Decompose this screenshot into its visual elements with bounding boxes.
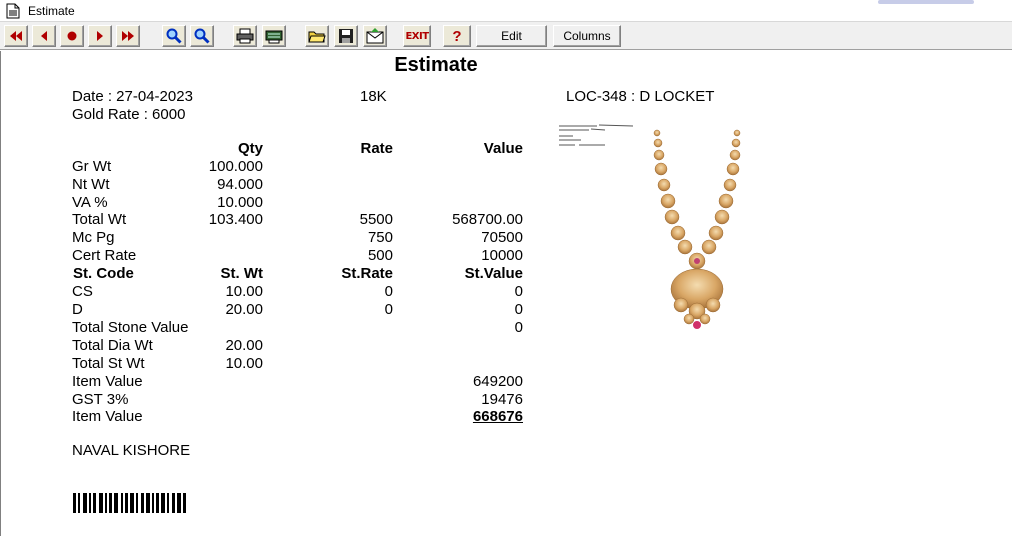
previous-record-button[interactable] bbox=[32, 25, 56, 47]
row-value: 10000 bbox=[481, 247, 523, 264]
title-accent bbox=[878, 0, 974, 4]
columns-button[interactable]: Columns bbox=[553, 25, 621, 47]
fine-print-image bbox=[559, 124, 634, 146]
final-item-value: 668676 bbox=[472, 408, 523, 425]
open-button[interactable] bbox=[305, 25, 329, 47]
qty-header: Qty bbox=[237, 140, 263, 157]
row-label: Cert Rate bbox=[72, 247, 137, 264]
title-bar: Estimate bbox=[0, 0, 1012, 22]
window-title: Estimate bbox=[28, 3, 75, 18]
open-folder-icon bbox=[308, 31, 326, 43]
stone-rate-header: St.Rate bbox=[341, 265, 393, 282]
total-st-wt: 10.00 bbox=[225, 355, 263, 372]
save-button[interactable] bbox=[334, 25, 358, 47]
zoom-in-icon bbox=[166, 28, 182, 44]
exit-icon: EXIT bbox=[405, 30, 429, 42]
document-icon bbox=[6, 3, 20, 18]
stop-button[interactable] bbox=[60, 25, 84, 47]
row-rate: 750 bbox=[367, 229, 393, 246]
stone-rate: 0 bbox=[384, 301, 393, 318]
stone-value: 0 bbox=[514, 301, 523, 318]
print-setup-button[interactable] bbox=[262, 25, 286, 47]
report-area: Estimate Date : 27-04-2023 Gold Rate : 6… bbox=[0, 51, 1012, 536]
row-value: 70500 bbox=[481, 229, 523, 246]
total-stone-value-label: Total Stone Value bbox=[72, 319, 189, 336]
stone-code: D bbox=[72, 301, 83, 318]
stop-icon bbox=[67, 31, 77, 41]
stone-rate: 0 bbox=[384, 283, 393, 300]
customer-name: NAVAL KISHORE bbox=[72, 442, 191, 459]
edit-button[interactable]: Edit bbox=[476, 25, 547, 47]
item-value: 649200 bbox=[472, 373, 523, 390]
exit-button[interactable]: EXIT bbox=[403, 25, 431, 47]
email-icon bbox=[366, 28, 384, 44]
next-record-icon bbox=[97, 31, 103, 41]
print-button[interactable] bbox=[233, 25, 257, 47]
gold-rate-label: Gold Rate : 6000 bbox=[72, 106, 186, 123]
stone-value-header: St.Value bbox=[464, 265, 523, 282]
save-icon bbox=[339, 29, 353, 43]
total-st-wt-label: Total St Wt bbox=[72, 355, 145, 372]
stone-wt: 10.00 bbox=[225, 283, 263, 300]
row-label: Gr Wt bbox=[72, 158, 112, 175]
row-label: VA % bbox=[72, 194, 108, 211]
report-title: Estimate bbox=[394, 54, 478, 76]
gst-value: 19476 bbox=[481, 391, 523, 408]
item-code-label: LOC-348 : D LOCKET bbox=[566, 88, 715, 105]
rate-header: Rate bbox=[360, 140, 393, 157]
stone-code: CS bbox=[72, 283, 93, 300]
email-button[interactable] bbox=[363, 25, 387, 47]
product-image bbox=[653, 129, 741, 329]
row-label: Mc Pg bbox=[72, 229, 115, 246]
first-record-button[interactable] bbox=[4, 25, 28, 47]
last-record-icon bbox=[122, 31, 134, 41]
stone-wt: 20.00 bbox=[225, 301, 263, 318]
row-label: Total Wt bbox=[72, 211, 127, 228]
row-value: 568700.00 bbox=[452, 211, 523, 228]
last-record-button[interactable] bbox=[116, 25, 140, 47]
gst-label: GST 3% bbox=[72, 391, 129, 408]
print-setup-icon bbox=[265, 30, 283, 44]
barcode bbox=[73, 493, 186, 513]
toolbar: EXIT ? Edit Columns bbox=[0, 22, 1012, 50]
row-qty: 103.400 bbox=[208, 211, 263, 228]
zoom-out-icon bbox=[194, 28, 210, 44]
stone-wt-header: St. Wt bbox=[220, 265, 264, 282]
next-record-button[interactable] bbox=[88, 25, 112, 47]
row-qty: 94.000 bbox=[217, 176, 263, 193]
first-record-icon bbox=[10, 31, 22, 41]
item-value-label: Item Value bbox=[72, 373, 143, 390]
row-label: Nt Wt bbox=[72, 176, 110, 193]
row-rate: 5500 bbox=[359, 211, 393, 228]
karat-label: 18K bbox=[360, 88, 387, 105]
stone-value: 0 bbox=[514, 283, 523, 300]
final-item-value-label: Item Value bbox=[72, 408, 143, 425]
zoom-out-button[interactable] bbox=[190, 25, 214, 47]
total-stone-value: 0 bbox=[514, 319, 523, 336]
total-dia-wt-label: Total Dia Wt bbox=[72, 337, 153, 354]
total-dia-wt: 20.00 bbox=[225, 337, 263, 354]
row-qty: 10.000 bbox=[217, 194, 263, 211]
help-button[interactable]: ? bbox=[443, 25, 471, 47]
stone-code-header: St. Code bbox=[73, 265, 134, 282]
previous-record-icon bbox=[41, 31, 47, 41]
date-label: Date : 27-04-2023 bbox=[72, 88, 193, 105]
row-qty: 100.000 bbox=[208, 158, 263, 175]
print-icon bbox=[236, 28, 254, 44]
value-header: Value bbox=[483, 140, 523, 157]
help-icon: ? bbox=[452, 27, 462, 45]
zoom-in-button[interactable] bbox=[162, 25, 186, 47]
row-rate: 500 bbox=[367, 247, 393, 264]
